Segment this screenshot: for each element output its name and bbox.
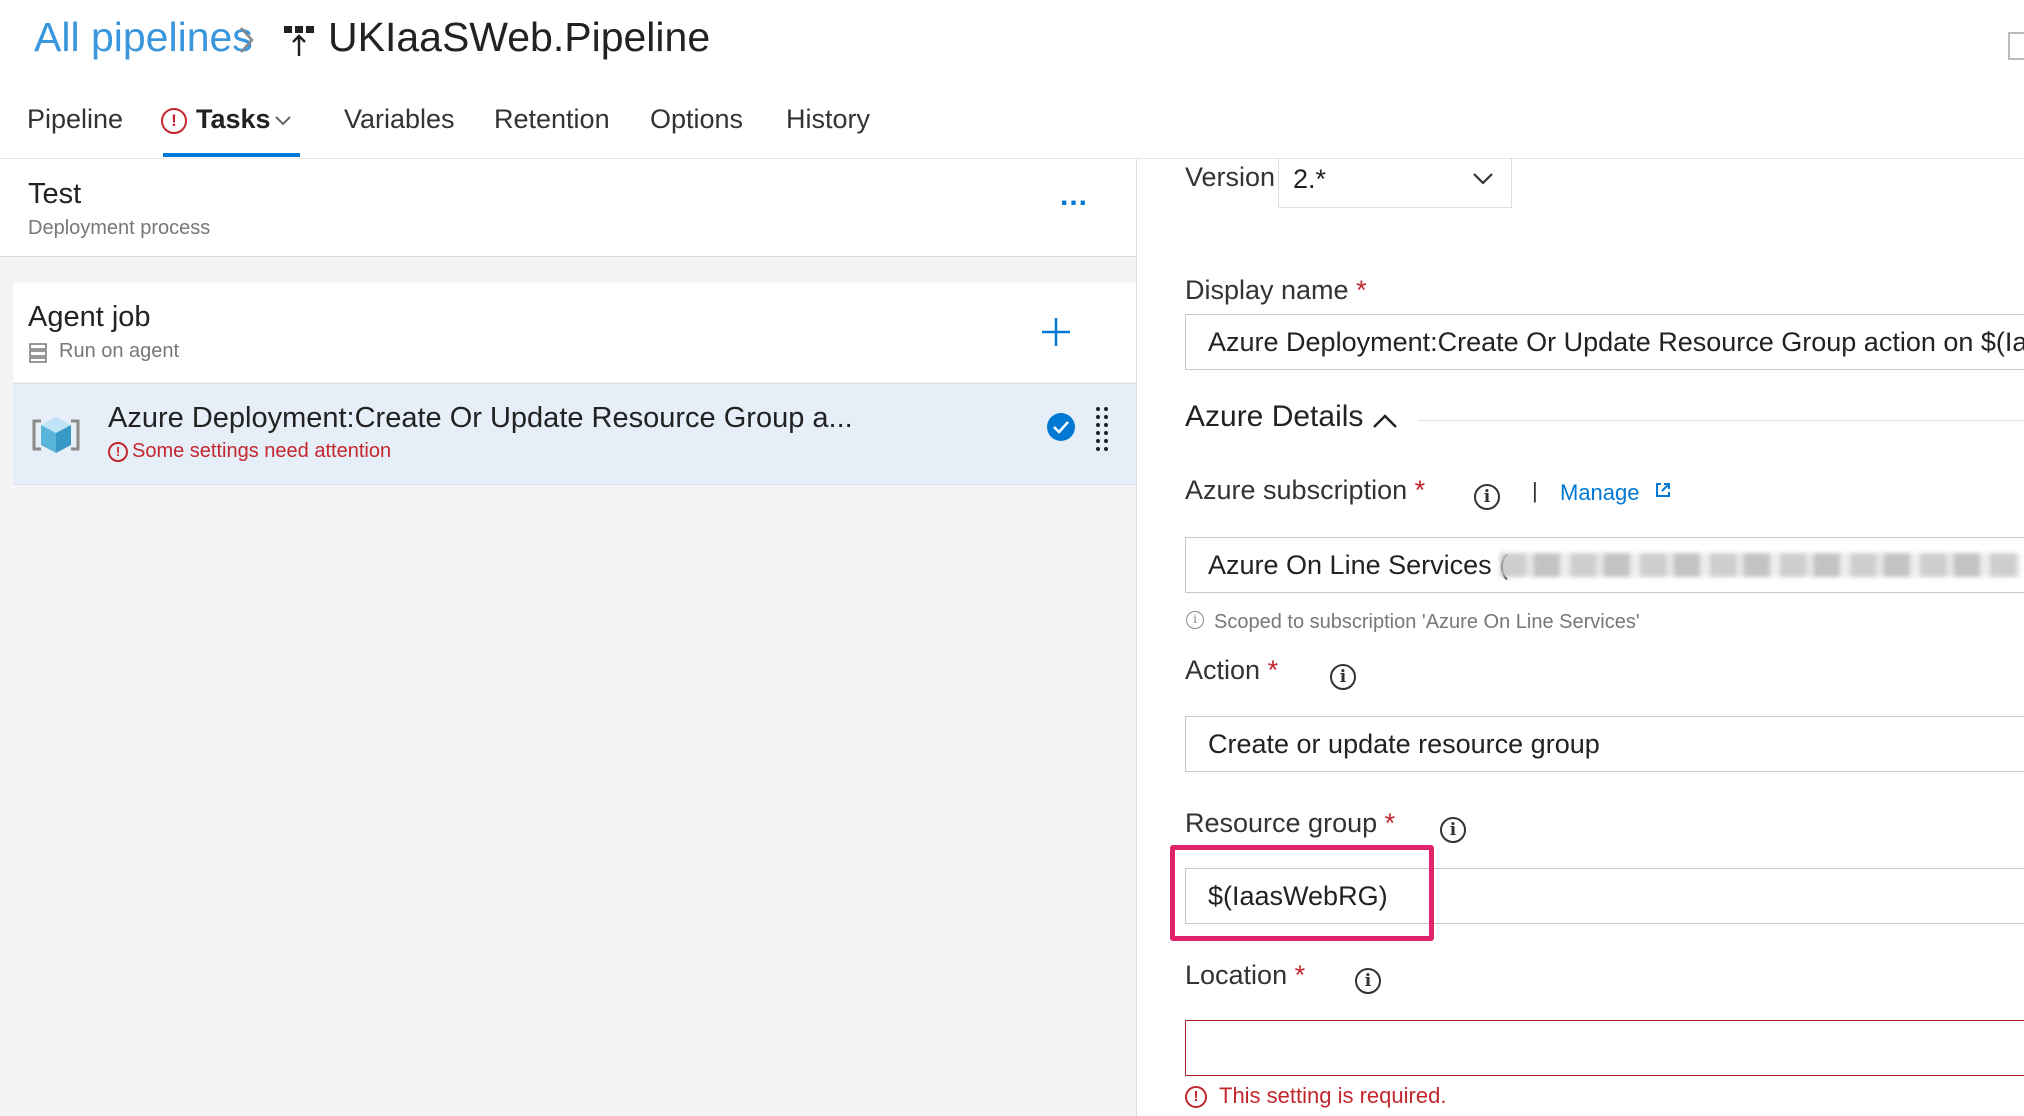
highlight-box (1170, 845, 1434, 941)
save-icon[interactable] (2008, 32, 2024, 60)
external-link-icon[interactable] (1654, 481, 1672, 499)
chevron-down-icon[interactable] (274, 114, 292, 128)
task-warning: Some settings need attention (132, 440, 392, 462)
action-label: Action * (1185, 655, 1279, 685)
action-info-icon[interactable]: i (1330, 664, 1356, 690)
tab-pipeline[interactable]: Pipeline (27, 104, 123, 135)
resource-group-label: Resource group * (1185, 808, 1396, 838)
check-circle-icon[interactable] (1046, 412, 1076, 442)
scope-info-icon: i (1186, 611, 1204, 629)
stage-card[interactable] (0, 159, 1136, 257)
chevron-up-icon[interactable] (1372, 412, 1398, 430)
tab-retention[interactable]: Retention (494, 104, 610, 135)
server-icon (29, 343, 47, 363)
display-name-label: Display name * (1185, 275, 1367, 305)
separator: | (1532, 478, 1538, 503)
active-tab-indicator (163, 153, 300, 157)
pipeline-title: UKIaaSWeb.Pipeline (328, 14, 711, 60)
resource-group-info-icon[interactable]: i (1440, 817, 1466, 843)
section-divider (1418, 420, 2024, 421)
chevron-right-icon (240, 27, 254, 53)
location-error-message: This setting is required. (1219, 1083, 1447, 1108)
tab-history[interactable]: History (786, 104, 870, 135)
subscription-value: Azure On Line Services ( (1208, 550, 1509, 580)
azure-details-title[interactable]: Azure Details (1185, 400, 1363, 434)
job-name: Agent job (28, 301, 151, 333)
add-task-icon[interactable] (1040, 316, 1072, 348)
tab-tasks[interactable]: Tasks (196, 104, 271, 135)
stage-subtitle: Deployment process (28, 217, 211, 239)
subscription-info-icon[interactable]: i (1474, 484, 1500, 510)
task-name: Azure Deployment:Create Or Update Resour… (108, 402, 853, 434)
display-name-input[interactable]: Azure Deployment:Create Or Update Resour… (1185, 314, 2024, 370)
more-options-button[interactable]: ... (1060, 181, 1088, 211)
stage-name: Test (28, 178, 82, 210)
redacted-subscription-id (1500, 553, 2020, 577)
agent-job-card[interactable] (13, 283, 1136, 382)
version-value: 2.* (1293, 164, 1327, 194)
pipeline-icon (284, 26, 314, 56)
error-icon: ! (1185, 1086, 1207, 1108)
manage-link[interactable]: Manage (1560, 480, 1640, 506)
chevron-down-icon[interactable] (1472, 172, 1494, 186)
tab-options[interactable]: Options (650, 104, 743, 135)
job-subtitle: Run on agent (59, 340, 180, 362)
azure-resource-group-icon (32, 417, 80, 453)
location-label: Location * (1185, 960, 1306, 990)
drag-handle-icon[interactable] (1094, 405, 1110, 457)
tasks-error-icon: ! (161, 108, 187, 134)
version-label: Version (1185, 162, 1276, 192)
location-info-icon[interactable]: i (1355, 968, 1381, 994)
location-input[interactable] (1185, 1020, 2024, 1076)
warning-icon: ! (108, 442, 128, 462)
action-select[interactable]: Create or update resource group (1185, 716, 2024, 772)
subscription-scope-note: Scoped to subscription 'Azure On Line Se… (1214, 611, 1640, 633)
all-pipelines-link[interactable]: All pipelines (34, 14, 253, 61)
subscription-label: Azure subscription * (1185, 475, 1426, 505)
tab-variables[interactable]: Variables (344, 104, 455, 135)
